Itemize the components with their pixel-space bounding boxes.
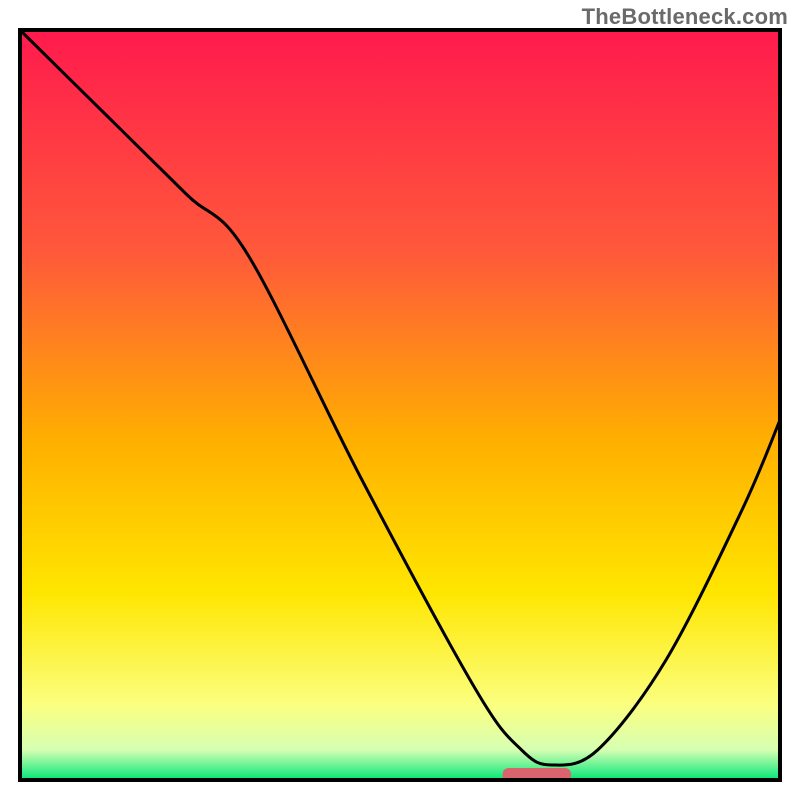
watermark-text: TheBottleneck.com bbox=[582, 4, 788, 30]
bottleneck-chart bbox=[0, 0, 800, 800]
chart-container: TheBottleneck.com bbox=[0, 0, 800, 800]
